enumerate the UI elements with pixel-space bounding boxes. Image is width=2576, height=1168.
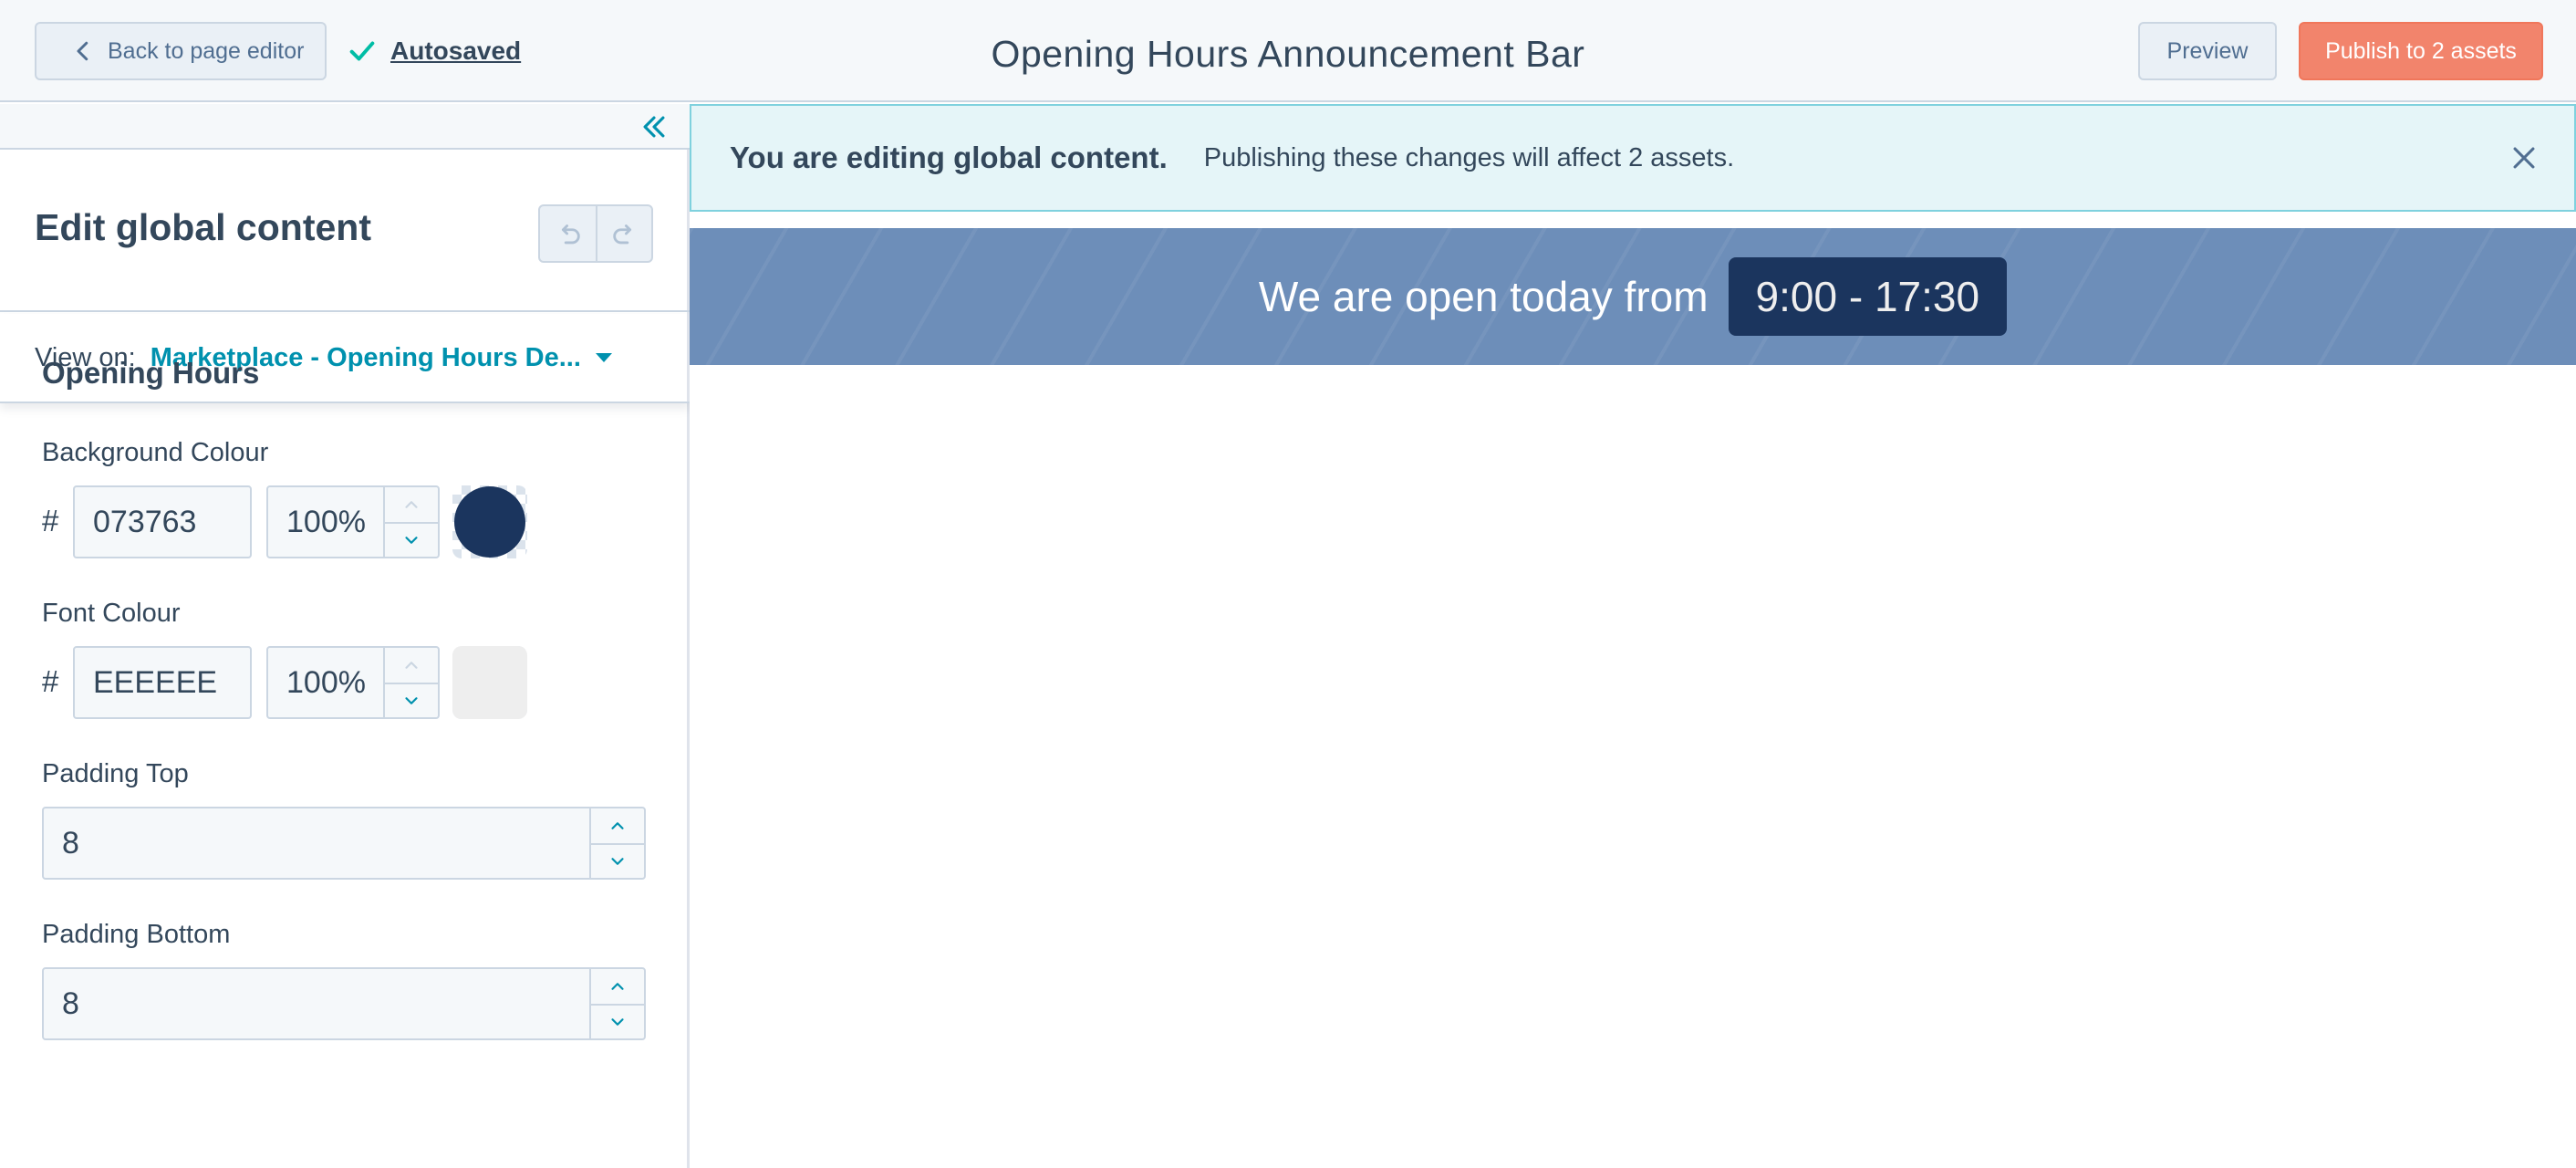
opacity-value[interactable]: 100% [286,505,366,540]
background-colour-opacity-input[interactable]: 100% [266,485,440,558]
back-button-label: Back to page editor [108,37,305,64]
chevron-up-icon [405,662,418,669]
chevron-up-icon [405,501,418,508]
padding-bottom-value[interactable]: 8 [62,986,79,1022]
chevron-down-icon [611,1018,624,1026]
global-content-banner: You are editing global content. Publishi… [690,104,2576,212]
font-colour-swatch[interactable] [452,646,527,719]
padding-bottom-stepper [589,969,644,1038]
padding-top-input[interactable]: 8 [42,807,646,880]
padding-top-stepper [589,808,644,878]
autosaved-label[interactable]: Autosaved [390,36,521,66]
hash-symbol: # [42,504,59,537]
undo-redo-group [538,204,653,263]
sidebar-collapse-strip [0,104,690,150]
autosaved-status[interactable]: Autosaved [347,31,521,71]
caret-down-icon[interactable] [595,353,612,362]
edit-sidebar: Edit global content View on: Marketplace… [0,104,690,1168]
padding-top-label: Padding Top [42,759,189,788]
background-colour-swatch[interactable] [452,485,527,558]
chevron-left-icon [77,41,88,61]
font-colour-hex-input[interactable]: EEEEEE [73,646,252,719]
padding-top-value[interactable]: 8 [62,826,79,861]
section-title: Opening Hours [42,356,260,390]
decrement-button[interactable] [385,683,438,717]
edit-title: Edit global content [35,206,371,248]
background-colour-label: Background Colour [42,438,269,467]
undo-button[interactable] [540,206,596,261]
chevron-down-icon [405,537,418,544]
banner-heading: You are editing global content. [730,141,1168,174]
increment-button[interactable] [385,487,438,522]
preview-button[interactable]: Preview [2138,22,2277,80]
decrement-button[interactable] [591,1004,644,1038]
opacity-stepper [383,487,438,557]
font-colour-label: Font Colour [42,599,181,628]
swatch-color [452,646,527,719]
decrement-button[interactable] [385,522,438,557]
chevron-up-icon [611,822,624,829]
decrement-button[interactable] [591,843,644,878]
swatch-color [454,486,525,558]
opacity-stepper [383,648,438,717]
font-colour-opacity-input[interactable]: 100% [266,646,440,719]
opacity-value[interactable]: 100% [286,665,366,701]
padding-bottom-label: Padding Bottom [42,920,231,949]
page-title: Opening Hours Announcement Bar [991,33,1585,75]
collapse-sidebar-icon[interactable] [639,111,670,142]
increment-button[interactable] [385,648,438,683]
chevron-down-icon [405,697,418,704]
padding-bottom-input[interactable]: 8 [42,967,646,1040]
announcement-text: We are open today from [1258,273,1709,320]
announcement-bar[interactable]: We are open today from 9:00 - 17:30 [690,228,2576,365]
increment-button[interactable] [591,808,644,843]
increment-button[interactable] [591,969,644,1004]
redo-icon [612,224,631,245]
opening-hours-badge: 9:00 - 17:30 [1728,257,2008,336]
background-colour-hex-input[interactable]: 073763 [73,485,252,558]
redo-button[interactable] [596,206,651,261]
chevron-down-icon [611,858,624,865]
undo-icon [561,224,580,245]
banner-message: Publishing these changes will affect 2 a… [1203,142,1735,172]
edit-header: Edit global content [0,151,690,312]
top-bar: Back to page editor Autosaved Opening Ho… [0,0,2576,102]
close-icon[interactable] [2508,142,2540,173]
hash-symbol: # [42,664,59,698]
back-to-page-editor-button[interactable]: Back to page editor [35,22,327,80]
content-preview: You are editing global content. Publishi… [690,104,2576,1168]
chevron-up-icon [611,983,624,990]
publish-button[interactable]: Publish to 2 assets [2299,22,2543,80]
check-icon [349,41,375,61]
